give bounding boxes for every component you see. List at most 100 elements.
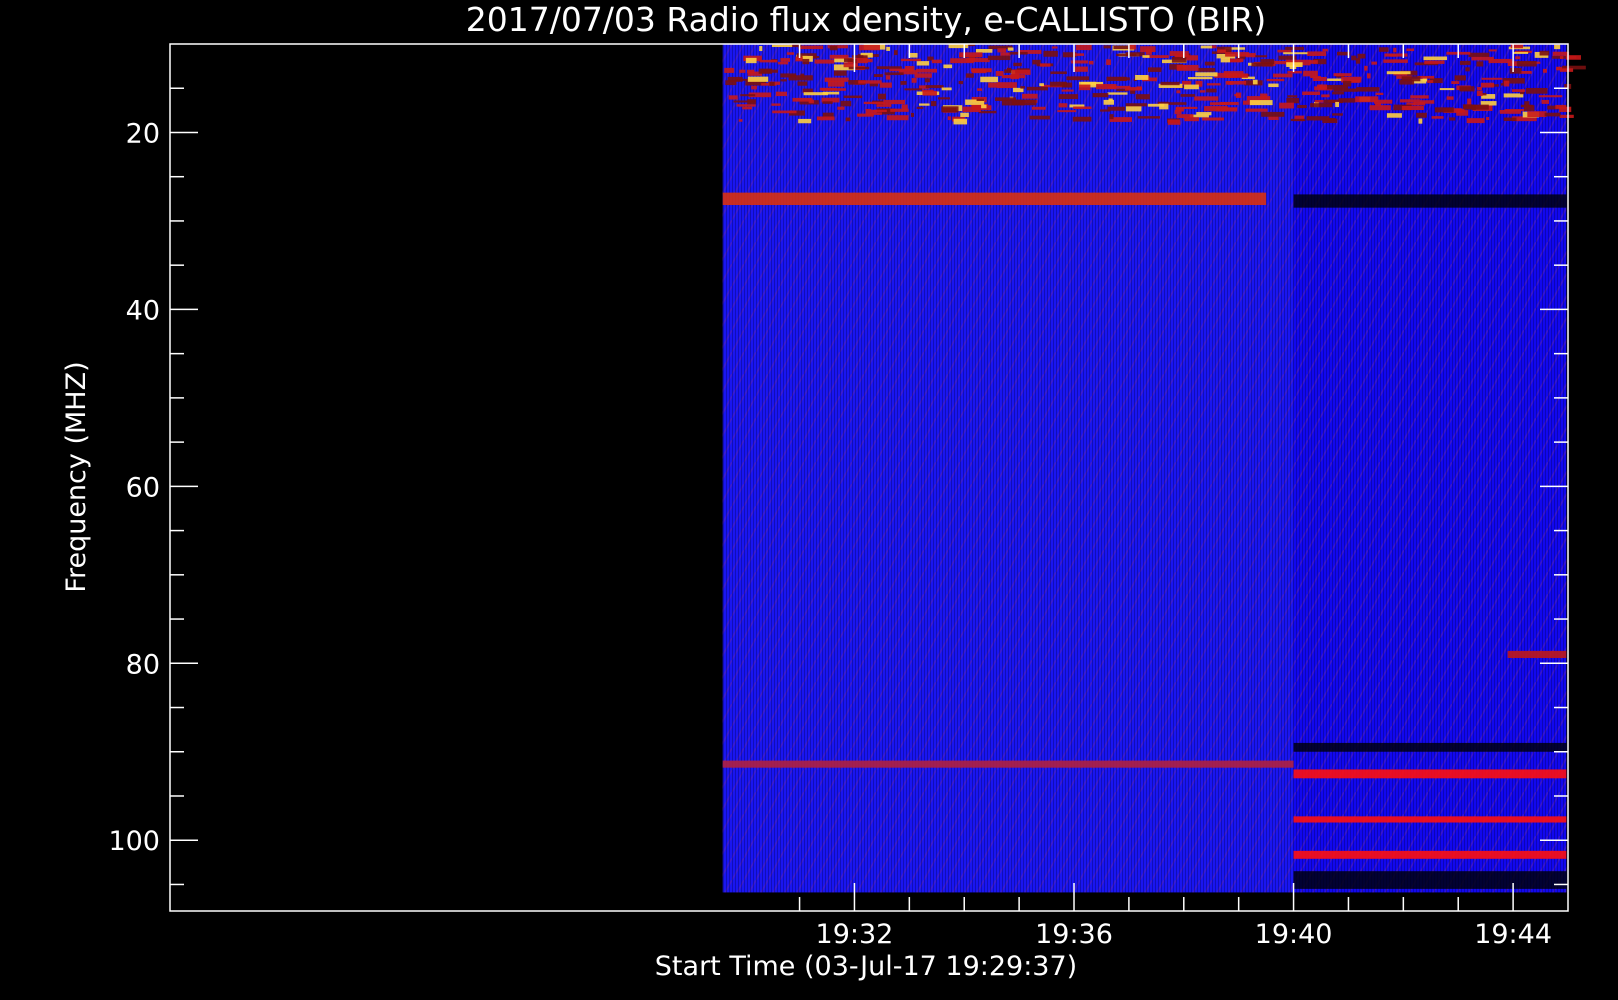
emission-blob [1200, 45, 1213, 49]
emission-blob [1468, 52, 1490, 58]
emission-blob [1039, 63, 1051, 67]
emission-blob [1559, 56, 1564, 60]
emission-blob [1255, 55, 1268, 58]
emission-blob [1285, 46, 1304, 50]
y-axis-label: Frequency (MHZ) [61, 361, 92, 592]
emission-blob [1268, 83, 1279, 88]
emission-blob [904, 66, 915, 71]
emission-blob [1410, 95, 1429, 99]
emission-blob [873, 109, 887, 113]
emission-blob [798, 118, 812, 124]
emission-blob [1167, 102, 1187, 105]
emission-blob [1399, 99, 1420, 103]
emission-blob [837, 106, 845, 110]
emission-blob [1125, 87, 1143, 91]
emission-blob [885, 75, 891, 80]
emission-band-6 [1293, 850, 1567, 859]
emission-blob [1043, 50, 1058, 57]
y-tick-label: 40 [126, 295, 160, 326]
emission-blob [1073, 66, 1088, 72]
emission-blob [1058, 94, 1079, 100]
emission-blob [1199, 90, 1206, 93]
emission-blob [1476, 90, 1483, 97]
emission-strip [722, 760, 1294, 768]
emission-blob [947, 116, 951, 121]
emission-band-7 [1507, 650, 1567, 658]
emission-blob [1383, 59, 1408, 63]
emission-blob [1225, 52, 1249, 57]
emission-blob [886, 115, 909, 121]
emission-blob [1182, 80, 1192, 85]
emission-blob [988, 55, 1011, 61]
emission-blob [1160, 81, 1180, 86]
emission-band-4 [1293, 769, 1567, 779]
emission-blob [1260, 59, 1275, 65]
emission-blob [1355, 96, 1379, 103]
emission-blob [727, 76, 743, 82]
emission-blob [1167, 119, 1181, 125]
emission-blob [1416, 112, 1427, 118]
emission-blob [975, 49, 993, 53]
emission-blob [1335, 101, 1340, 108]
emission-blob [1319, 84, 1328, 90]
emission-blob [931, 101, 937, 107]
emission-blob [1559, 68, 1574, 72]
emission-blob [1013, 62, 1022, 67]
emission-blob [1480, 82, 1495, 88]
emission-blob [1261, 111, 1285, 117]
emission-blob [1176, 64, 1199, 71]
emission-blob [1303, 70, 1318, 77]
emission-blob [1306, 51, 1327, 56]
emission-blob [1103, 45, 1111, 49]
x-axis-label: Start Time (03-Jul-17 19:29:37) [655, 951, 1077, 982]
emission-blob [1217, 49, 1226, 53]
emission-blob [1559, 114, 1574, 118]
emission-blob [916, 61, 930, 66]
emission-blob [1524, 101, 1530, 106]
emission-blob [1174, 110, 1182, 115]
emission-blob [1007, 47, 1014, 51]
emission-blob [893, 50, 898, 56]
emission-blob [1323, 99, 1343, 104]
emission-blob [827, 80, 845, 87]
emission-blob [976, 98, 985, 101]
emission-blob [1454, 75, 1466, 81]
emission-blob [877, 93, 886, 100]
emission-blob [1357, 53, 1366, 59]
emission-blob [829, 45, 838, 51]
emission-blob [1277, 49, 1292, 53]
emission-blob [1290, 118, 1306, 122]
emission-blob [1401, 76, 1421, 82]
emission-blob [1322, 48, 1328, 52]
emission-blob [863, 101, 885, 105]
emission-blob [1106, 59, 1111, 66]
emission-blob [1184, 84, 1199, 90]
emission-blob [775, 91, 787, 97]
emission-blob [1523, 105, 1535, 111]
emission-blob [1423, 56, 1448, 61]
emission-blob [1206, 83, 1221, 86]
emission-band-3 [722, 760, 1294, 768]
emission-blob [1418, 118, 1423, 124]
emission-blob [739, 69, 746, 73]
emission-blob [862, 58, 873, 63]
emission-blob [1039, 83, 1044, 87]
emission-blob [1476, 61, 1484, 67]
emission-blob [865, 108, 872, 115]
emission-blob [829, 54, 849, 59]
emission-blob [1309, 60, 1318, 64]
emission-blob [1369, 105, 1391, 111]
emission-blob [1088, 60, 1094, 65]
emission-blob [1092, 93, 1109, 98]
emission-blob [1500, 83, 1505, 86]
emission-blob [1252, 79, 1258, 85]
emission-blob [941, 87, 952, 91]
emission-blob [981, 104, 987, 109]
emission-blob [965, 58, 990, 63]
emission-blob [1058, 103, 1068, 108]
emission-blob [1538, 95, 1563, 98]
emission-blob [1145, 48, 1152, 55]
emission-blob [1031, 106, 1046, 110]
y-tick-label: 20 [126, 118, 160, 149]
emission-blob [1195, 72, 1218, 77]
